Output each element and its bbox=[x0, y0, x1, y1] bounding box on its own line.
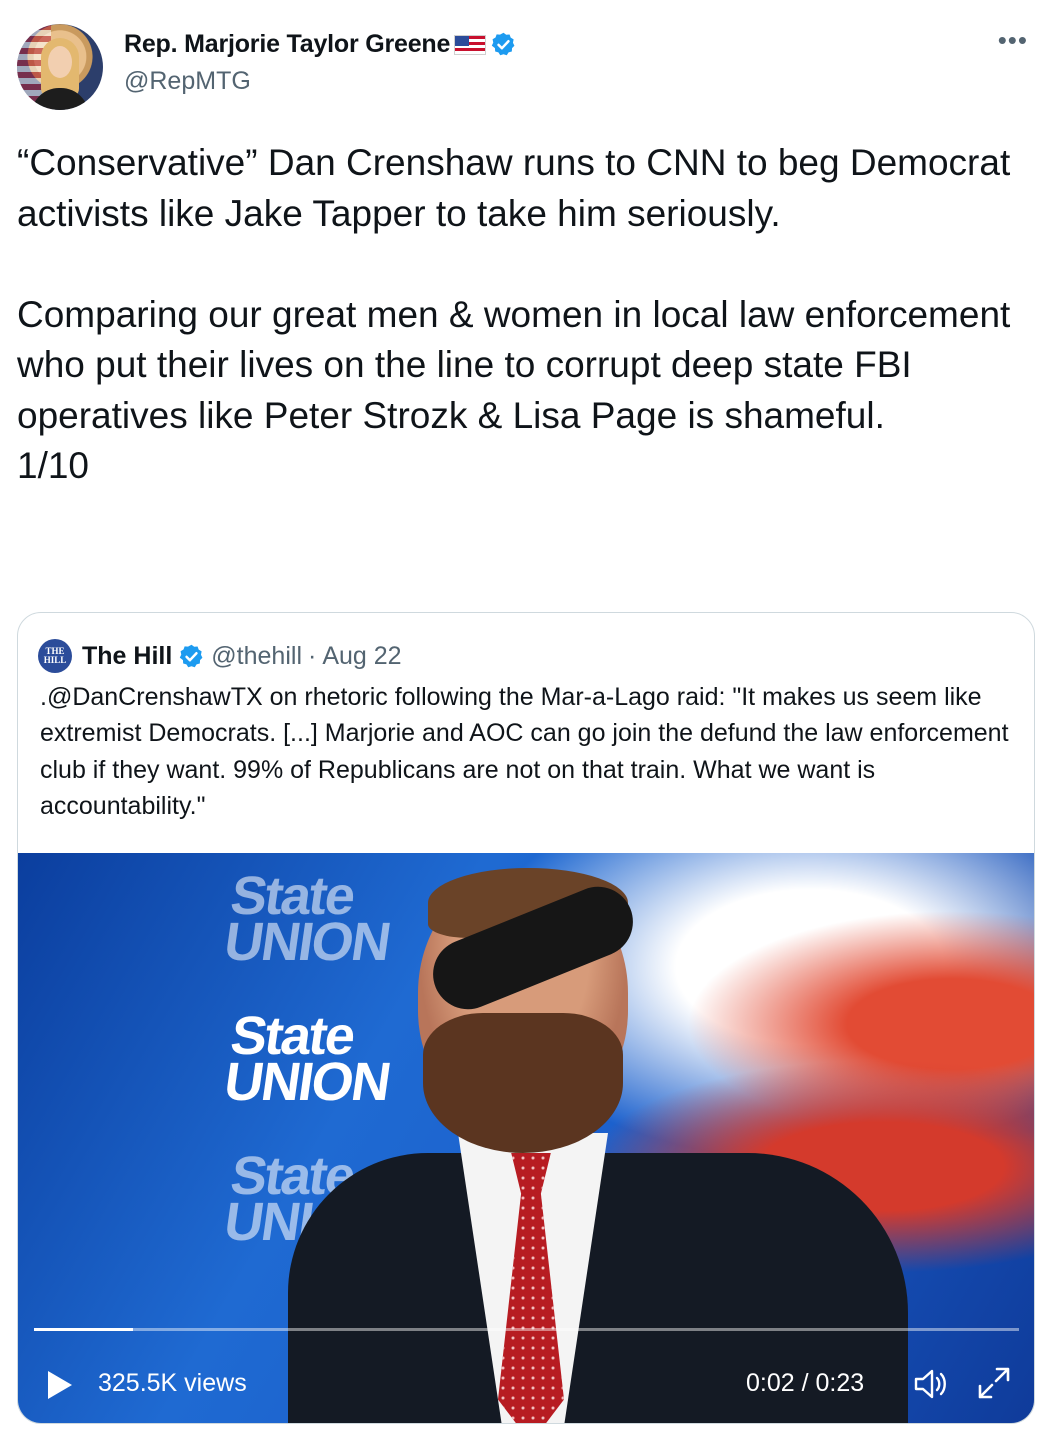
video-player[interactable]: State UNION State UNION State UNION 325.… bbox=[18, 853, 1034, 1423]
author-avatar[interactable] bbox=[17, 24, 103, 110]
more-options-icon[interactable]: ••• bbox=[998, 27, 1028, 53]
video-time: 0:02 / 0:23 bbox=[746, 1369, 865, 1397]
quoted-tweet-text: .@DanCrenshawTX on rhetoric following th… bbox=[40, 683, 1009, 821]
tweet-text: “Conservative” Dan Crenshaw runs to CNN … bbox=[17, 142, 1011, 486]
author-handle[interactable]: @RepMTG bbox=[124, 67, 251, 96]
author-display-name[interactable]: Rep. Marjorie Taylor Greene bbox=[124, 30, 450, 59]
state-of-union-logo-faded: State UNION bbox=[220, 866, 399, 972]
the-hill-logo-text: THE HILL bbox=[43, 646, 67, 665]
video-controls: 325.5K views 0:02 / 0:23 bbox=[18, 1353, 1034, 1413]
quoted-handle[interactable]: @thehill bbox=[211, 642, 302, 671]
volume-icon[interactable] bbox=[913, 1367, 951, 1401]
quoted-date[interactable]: Aug 22 bbox=[322, 642, 401, 671]
logo-line-union: UNION bbox=[220, 912, 393, 972]
verified-badge-icon bbox=[180, 644, 203, 667]
view-count: 325.5K views bbox=[98, 1369, 247, 1397]
quoted-display-name[interactable]: The Hill bbox=[82, 642, 172, 671]
video-person-beard bbox=[423, 1013, 623, 1153]
avatar-face bbox=[48, 46, 72, 78]
verified-badge-icon bbox=[492, 32, 515, 56]
video-progress-fill bbox=[34, 1328, 133, 1331]
quoted-tweet-header: THE HILL The Hill @thehill · Aug 22 bbox=[38, 639, 402, 673]
video-progress-bar[interactable] bbox=[34, 1328, 1019, 1331]
quoted-tweet-card[interactable]: THE HILL The Hill @thehill · Aug 22 .@Da… bbox=[17, 612, 1035, 1424]
us-flag-icon bbox=[454, 34, 487, 55]
fullscreen-icon[interactable] bbox=[976, 1365, 1012, 1401]
author-name-row: Rep. Marjorie Taylor Greene bbox=[124, 30, 517, 59]
logo-line-union: UNION bbox=[220, 1052, 393, 1112]
play-icon[interactable] bbox=[48, 1371, 72, 1399]
meta-separator: · bbox=[308, 641, 317, 670]
the-hill-avatar[interactable]: THE HILL bbox=[38, 639, 72, 673]
state-of-union-logo: State UNION bbox=[220, 1006, 399, 1112]
